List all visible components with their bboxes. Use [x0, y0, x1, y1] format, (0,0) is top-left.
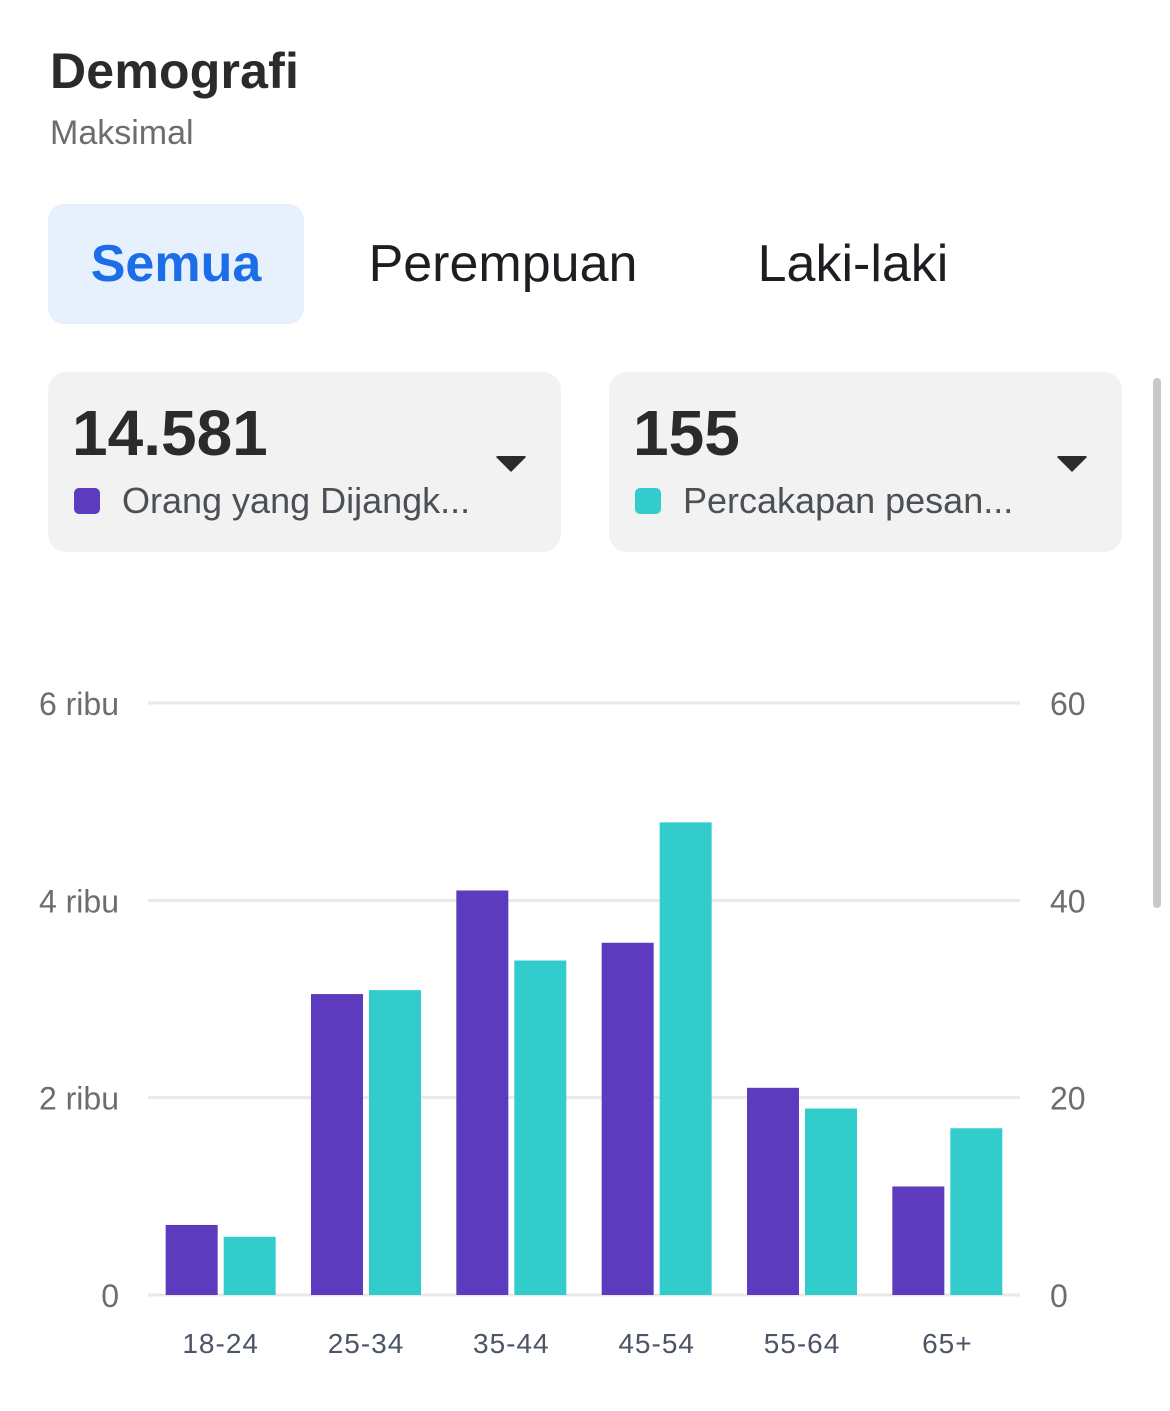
caret-down-icon — [1056, 456, 1088, 472]
date-range-label: Maksimal — [50, 114, 194, 152]
metric-label-reach: Orang yang Dijangk... — [122, 480, 471, 521]
metric-value-reach: 14.581 — [72, 397, 268, 469]
legend-swatch-conversations — [635, 488, 661, 514]
bar-reach-35-44[interactable] — [456, 890, 509, 1295]
bar-reach-18-24[interactable] — [165, 1224, 218, 1295]
y-right-tick-label: 40 — [1050, 883, 1086, 919]
metric-legend-reach: Orang yang Dijangk... — [74, 480, 470, 522]
x-tick-label: 65+ — [922, 1328, 973, 1359]
y-left-tick-label: 2 ribu — [39, 1081, 119, 1117]
x-tick-label: 35-44 — [473, 1328, 550, 1359]
bar-reach-25-34[interactable] — [311, 994, 363, 1295]
page-title: Demografi — [50, 43, 300, 99]
bar-conversations-35-44[interactable] — [514, 960, 567, 1295]
metric-label-conversations: Percakapan pesan... — [683, 480, 1014, 521]
legend-swatch-reach — [74, 488, 100, 514]
x-tick-label: 45-54 — [618, 1328, 695, 1359]
metric-selector-reach[interactable]: 14.581 Orang yang Dijangk... — [48, 372, 561, 552]
y-left-tick-label: 6 ribu — [39, 686, 119, 722]
bar-conversations-65+[interactable] — [950, 1128, 1003, 1295]
y-left-tick-label: 4 ribu — [39, 883, 119, 919]
x-tick-label: 55-64 — [764, 1328, 841, 1359]
gender-tabs: Semua Perempuan Laki-laki — [48, 204, 1048, 324]
bar-reach-65+[interactable] — [892, 1186, 945, 1295]
y-right-tick-label: 60 — [1050, 686, 1086, 722]
x-tick-label: 18-24 — [182, 1328, 259, 1359]
caret-down-icon — [495, 456, 527, 472]
age-bar-chart: 0 2 ribu 4 ribu 6 ribu 0 20 40 60 18-24 25-34 35-4… — [39, 686, 1086, 1359]
bar-conversations-55-64[interactable] — [805, 1108, 857, 1295]
bar-reach-55-64[interactable] — [747, 1087, 799, 1295]
y-right-tick-label: 0 — [1050, 1278, 1068, 1314]
x-tick-label: 25-34 — [328, 1328, 405, 1359]
tab-perempuan[interactable]: Perempuan — [348, 204, 658, 324]
metric-value-conversations: 155 — [633, 397, 740, 469]
y-right-tick-label: 20 — [1050, 1081, 1086, 1117]
metric-legend-conversations: Percakapan pesan... — [635, 480, 1013, 522]
bar-conversations-45-54[interactable] — [659, 822, 712, 1295]
bar-reach-45-54[interactable] — [601, 942, 654, 1295]
bar-conversations-18-24[interactable] — [223, 1236, 276, 1295]
tab-semua[interactable]: Semua — [48, 204, 304, 324]
metric-selector-conversations[interactable]: 155 Percakapan pesan... — [609, 372, 1122, 552]
y-left-tick-label: 0 — [101, 1278, 119, 1314]
tab-laki-laki[interactable]: Laki-laki — [728, 204, 978, 324]
bar-conversations-25-34[interactable] — [369, 990, 421, 1295]
